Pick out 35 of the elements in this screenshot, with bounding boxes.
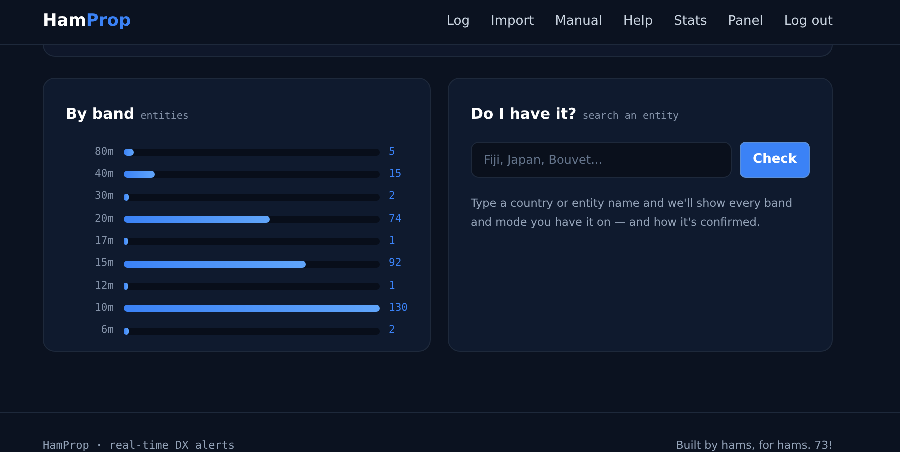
nav-link[interactable]: Import bbox=[491, 12, 534, 32]
card-title: By band bbox=[66, 104, 135, 125]
check-button[interactable]: Check bbox=[740, 142, 810, 178]
band-label: 17m bbox=[94, 234, 114, 249]
card-title: Do I have it? bbox=[470, 104, 577, 125]
band-count: 1 bbox=[389, 234, 396, 249]
help-text: Type a country or entity name and we'll show every band and mode you have it on — and how it's confirmed. bbox=[470, 196, 794, 230]
card-subtitle: search an entity bbox=[582, 110, 680, 124]
search-field[interactable]: Fiji, Japan, Bouvet... bbox=[470, 142, 732, 178]
logo[interactable]: HamProp bbox=[43, 9, 132, 35]
nav-link[interactable]: Log bbox=[446, 12, 470, 32]
band-label: 30m bbox=[94, 189, 114, 204]
nav-link[interactable]: Panel bbox=[728, 12, 764, 32]
band-label: 10m bbox=[94, 300, 114, 316]
band-count: 2 bbox=[389, 189, 396, 204]
nav-link[interactable]: Manual bbox=[555, 12, 602, 32]
footer-text: HamProp · real-time DX alerts bbox=[43, 438, 236, 452]
band-label: 15m bbox=[94, 256, 114, 272]
band-count: 5 bbox=[389, 144, 396, 160]
band-count: 2 bbox=[389, 323, 396, 338]
band-label: 80m bbox=[94, 144, 114, 160]
band-label: 20m bbox=[94, 212, 114, 227]
band-label: 6m bbox=[100, 323, 114, 338]
card-subtitle: entities bbox=[140, 110, 189, 124]
nav-link[interactable]: Log out bbox=[784, 12, 833, 32]
band-count: 15 bbox=[389, 167, 402, 182]
band-label: 12m bbox=[94, 278, 114, 294]
band-count: 130 bbox=[389, 300, 408, 316]
band-count: 74 bbox=[389, 212, 402, 227]
band-count: 92 bbox=[389, 256, 402, 272]
nav-link[interactable]: Stats bbox=[674, 12, 708, 32]
footer-text: Built by hams, for hams. 73! bbox=[676, 438, 833, 452]
band-count: 1 bbox=[389, 278, 396, 294]
nav-link[interactable]: Help bbox=[623, 12, 654, 32]
band-label: 40m bbox=[94, 167, 114, 182]
